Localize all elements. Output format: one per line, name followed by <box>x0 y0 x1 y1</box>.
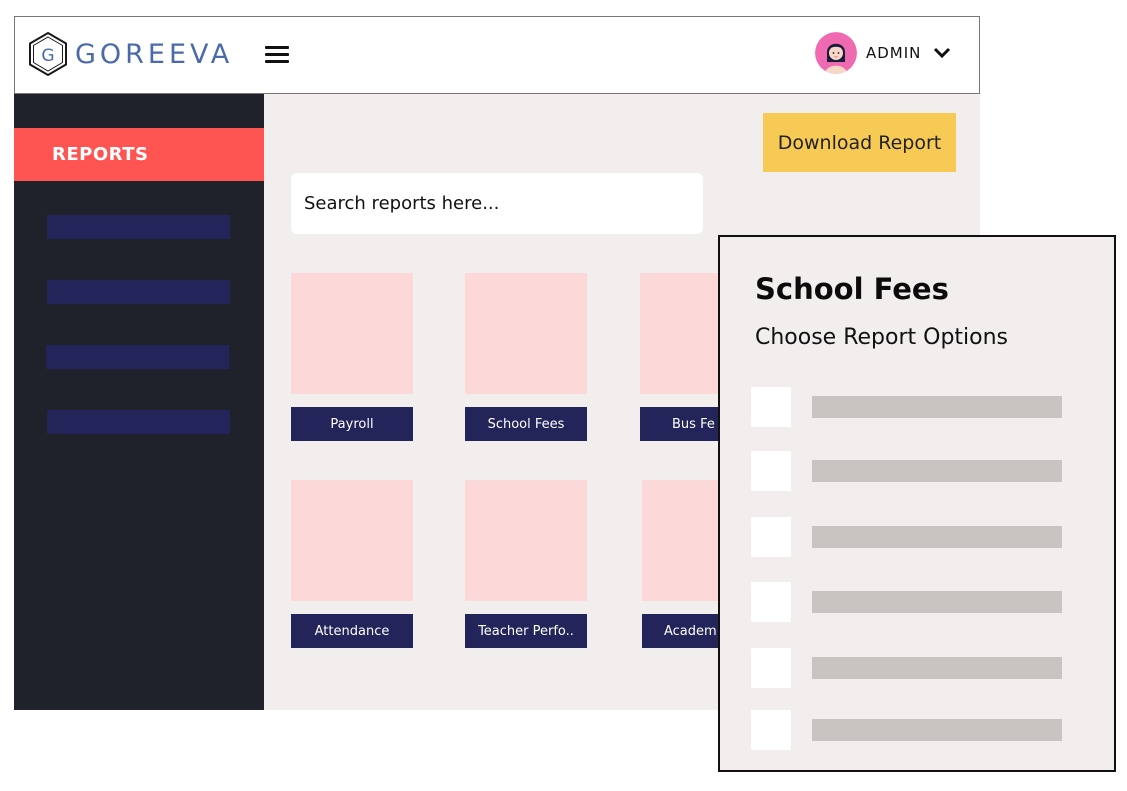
logo-letter: G <box>41 46 54 66</box>
option-checkbox[interactable] <box>751 387 791 427</box>
sidebar-item-placeholder[interactable] <box>46 345 229 369</box>
report-card[interactable]: Teacher Perfo.. <box>465 480 587 648</box>
sidebar: REPORTS <box>14 94 264 710</box>
option-label-placeholder <box>812 657 1062 679</box>
avatar-icon <box>815 32 857 74</box>
user-menu[interactable]: ADMIN <box>815 32 951 74</box>
hexagon-logo-icon: G <box>29 31 67 77</box>
option-checkbox[interactable] <box>751 517 791 557</box>
report-label[interactable]: Teacher Perfo.. <box>465 614 587 648</box>
panel-subtitle: Choose Report Options <box>755 325 1009 350</box>
report-card[interactable]: School Fees <box>465 273 587 441</box>
top-header: G GOREEVA ADMIN <box>14 16 980 94</box>
report-thumbnail[interactable] <box>291 480 413 601</box>
report-label[interactable]: Payroll <box>291 407 413 441</box>
report-card[interactable]: Attendance <box>291 480 413 648</box>
search-input[interactable] <box>291 173 703 234</box>
option-checkbox[interactable] <box>751 582 791 622</box>
option-label-placeholder <box>812 591 1062 613</box>
option-label-placeholder <box>812 460 1062 482</box>
option-label-placeholder <box>812 719 1062 741</box>
report-thumbnail[interactable] <box>465 480 587 601</box>
option-checkbox[interactable] <box>751 648 791 688</box>
report-label[interactable]: Attendance <box>291 614 413 648</box>
hamburger-menu-icon[interactable] <box>265 46 289 64</box>
report-card[interactable]: Payroll <box>291 273 413 441</box>
option-label-placeholder <box>812 526 1062 548</box>
chevron-down-icon[interactable] <box>933 47 951 59</box>
report-label[interactable]: School Fees <box>465 407 587 441</box>
user-name-label: ADMIN <box>866 44 922 62</box>
option-label-placeholder <box>812 396 1062 418</box>
download-report-button[interactable]: Download Report <box>763 113 956 172</box>
report-options-panel: School Fees Choose Report Options <box>718 235 1116 772</box>
sidebar-item-placeholder[interactable] <box>47 280 230 304</box>
brand-name: GOREEVA <box>75 38 234 70</box>
brand-logo[interactable]: G GOREEVA <box>27 31 233 77</box>
sidebar-item-label: REPORTS <box>52 144 149 165</box>
panel-title: School Fees <box>755 272 949 306</box>
sidebar-item-placeholder[interactable] <box>47 410 230 434</box>
report-thumbnail[interactable] <box>465 273 587 394</box>
sidebar-item-placeholder[interactable] <box>47 215 230 239</box>
option-checkbox[interactable] <box>751 710 791 750</box>
report-thumbnail[interactable] <box>291 273 413 394</box>
option-checkbox[interactable] <box>751 451 791 491</box>
sidebar-item-reports[interactable]: REPORTS <box>14 128 264 181</box>
